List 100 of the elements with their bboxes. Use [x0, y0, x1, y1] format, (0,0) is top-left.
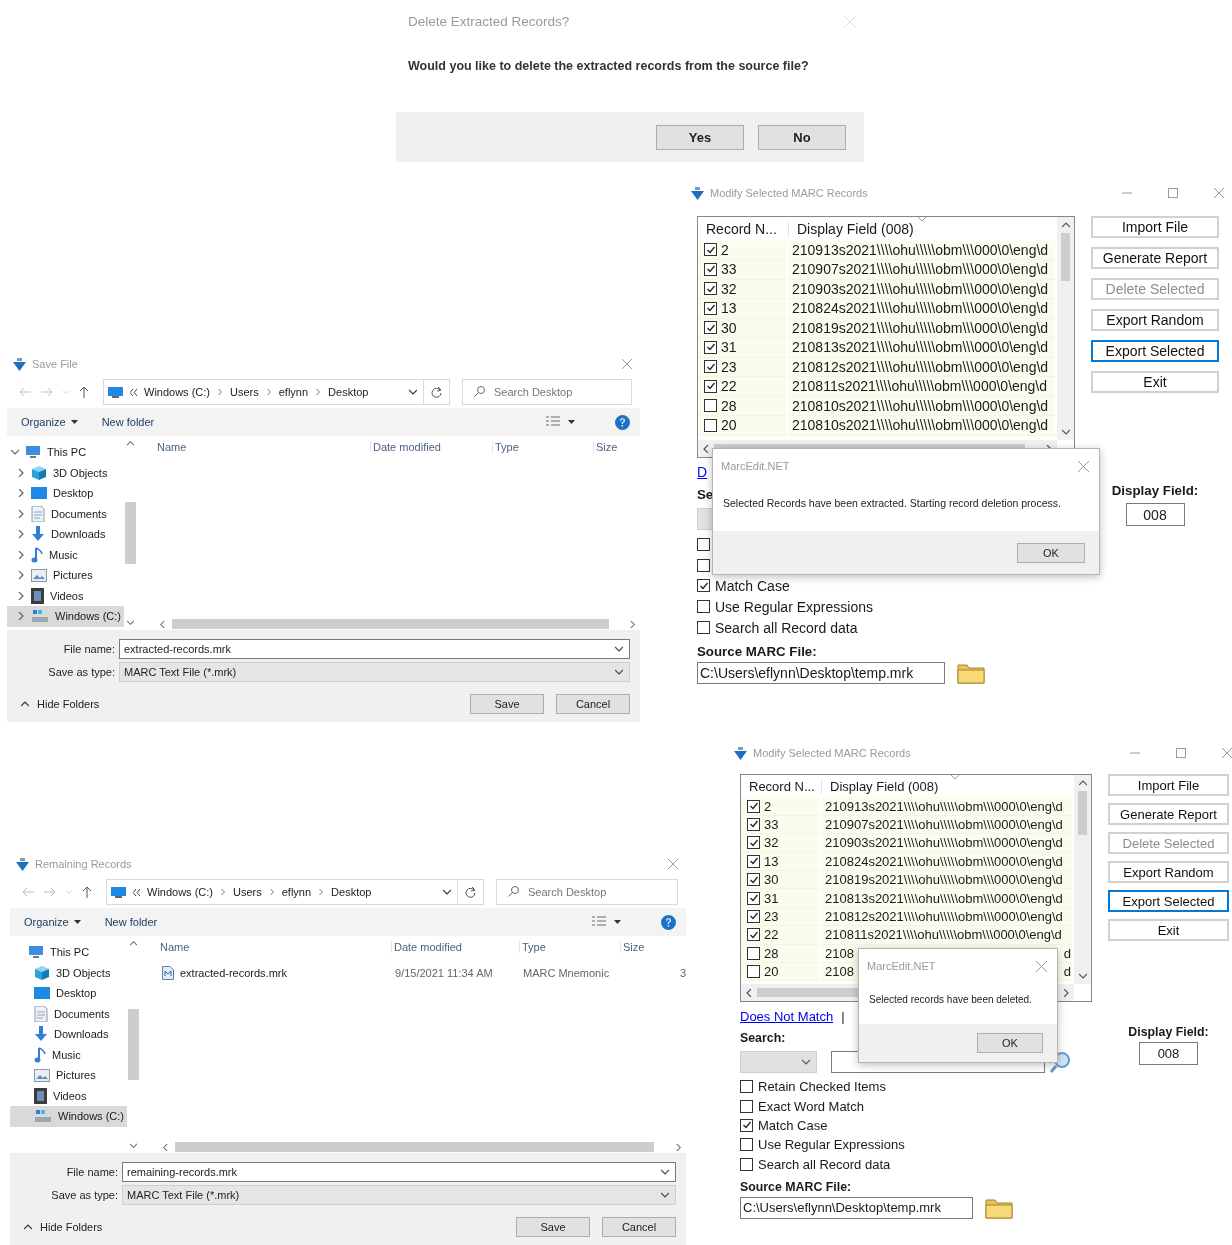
scroll-up-icon[interactable] [1078, 779, 1087, 787]
display-field-input[interactable]: 008 [1139, 1042, 1198, 1065]
nav-item[interactable]: Downloads [10, 1024, 127, 1045]
file-type-dropdown[interactable]: MARC Text File (*.mrk) [119, 661, 630, 682]
breadcrumb[interactable]: Users [233, 886, 262, 898]
scroll-left-icon[interactable] [702, 444, 710, 453]
column-header[interactable]: Record N... [698, 220, 788, 237]
action-button[interactable]: Export Random [1108, 861, 1229, 883]
action-button[interactable]: Exit [1108, 919, 1229, 941]
checkbox[interactable] [697, 537, 710, 551]
nav-item[interactable]: Documents [10, 1003, 127, 1024]
scroll-right-icon[interactable] [629, 620, 636, 628]
help-icon[interactable] [661, 914, 676, 930]
column-header[interactable]: Size [620, 941, 686, 953]
close-icon[interactable] [668, 859, 678, 869]
action-button[interactable]: Exit [1091, 371, 1219, 393]
checkbox[interactable] [697, 558, 710, 572]
dialog-button[interactable]: Cancel [556, 694, 630, 714]
checkbox[interactable] [747, 817, 760, 831]
dialog-button[interactable]: Save [516, 1217, 590, 1237]
checkbox[interactable] [704, 262, 717, 276]
close-icon[interactable] [1214, 188, 1224, 198]
action-button[interactable]: Import File [1108, 774, 1229, 796]
close-icon[interactable] [1036, 960, 1047, 972]
scroll-down-icon[interactable] [130, 1142, 137, 1149]
nav-item[interactable]: 3D Objects [10, 962, 127, 983]
checkbox[interactable] [747, 909, 760, 923]
breadcrumb[interactable]: Desktop [328, 386, 369, 398]
checkbox[interactable] [740, 1099, 753, 1113]
action-button[interactable]: Export Selected [1108, 890, 1229, 912]
column-header[interactable]: Type [492, 441, 593, 453]
action-button[interactable]: Generate Report [1108, 803, 1229, 825]
column-header[interactable]: Record N... [741, 778, 821, 794]
column-header[interactable]: Name [158, 941, 391, 953]
checkbox[interactable] [704, 340, 717, 354]
checkbox[interactable] [747, 799, 760, 813]
chevron-right-icon[interactable] [17, 591, 25, 600]
source-file-field[interactable]: C:\Users\eflynn\Desktop\temp.mrk [740, 1196, 973, 1219]
action-button[interactable]: Export Selected [1091, 340, 1219, 362]
checkbox[interactable] [704, 301, 717, 315]
chevron-right-icon[interactable] [17, 612, 25, 621]
chevron-right-icon[interactable] [17, 509, 25, 518]
column-header[interactable]: Type [519, 941, 620, 953]
nav-item[interactable]: Pictures [10, 1065, 127, 1086]
ok-button[interactable]: OK [977, 1033, 1043, 1053]
scroll-left-icon[interactable] [159, 620, 166, 628]
nav-item[interactable]: Desktop [10, 983, 127, 1004]
checkbox[interactable] [697, 600, 710, 614]
action-button[interactable]: Export Random [1091, 309, 1219, 331]
checkbox[interactable] [704, 243, 717, 257]
breadcrumb[interactable]: eflynn [278, 386, 309, 398]
filter-link[interactable]: D [697, 464, 708, 480]
new-folder-button[interactable]: New folder [104, 916, 158, 928]
close-icon[interactable] [1222, 748, 1232, 758]
dialog-button[interactable]: Yes [656, 124, 744, 150]
file-name-field[interactable]: extracted-records.mrk [119, 638, 630, 659]
nav-item[interactable]: This PC [7, 442, 124, 463]
filter-link[interactable]: Does Not Match [740, 1008, 834, 1024]
nav-item[interactable]: Pictures [7, 565, 124, 586]
checkbox[interactable] [740, 1138, 753, 1152]
organize-menu[interactable]: Organize [21, 416, 78, 428]
scroll-up-icon[interactable] [1061, 221, 1070, 229]
scrollbar-thumb[interactable] [1078, 791, 1087, 836]
checkbox[interactable] [697, 621, 710, 635]
nav-item[interactable]: Music [10, 1044, 127, 1065]
source-file-field[interactable]: C:\Users\eflynn\Desktop\temp.mrk [697, 662, 945, 684]
ok-button[interactable]: OK [1017, 542, 1085, 563]
chevron-right-icon[interactable] [17, 489, 25, 498]
file-row[interactable]: extracted-records.mrk 9/15/2021 11:34 AM MARC Mnemonic 3 [158, 962, 686, 984]
breadcrumb[interactable]: eflynn [281, 886, 312, 898]
refresh-button[interactable] [424, 379, 450, 405]
checkbox[interactable] [747, 928, 760, 942]
scroll-up-icon[interactable] [127, 440, 134, 447]
scroll-right-icon[interactable] [675, 1143, 682, 1151]
checkbox[interactable] [704, 418, 717, 432]
chevron-down-icon[interactable] [409, 388, 417, 396]
display-field-input[interactable]: 008 [1125, 503, 1185, 526]
scroll-left-icon[interactable] [162, 1143, 169, 1151]
checkbox[interactable] [704, 321, 717, 335]
chevron-right-icon[interactable] [17, 468, 25, 477]
hide-folders-button[interactable]: Hide Folders [15, 698, 100, 710]
nav-item[interactable]: Desktop [7, 483, 124, 504]
scroll-up-icon[interactable] [130, 940, 137, 947]
checkbox[interactable] [740, 1080, 753, 1094]
maximize-icon[interactable] [1176, 748, 1186, 758]
scroll-left-icon[interactable] [745, 988, 753, 997]
scrollbar-thumb[interactable] [175, 1142, 655, 1152]
nav-item[interactable]: Videos [7, 585, 124, 606]
help-icon[interactable] [615, 414, 630, 430]
checkbox[interactable] [697, 579, 710, 593]
scroll-down-icon[interactable] [127, 619, 134, 626]
checkbox[interactable] [704, 282, 717, 296]
up-arrow-icon[interactable] [79, 386, 89, 398]
checkbox[interactable] [747, 854, 760, 868]
maximize-icon[interactable] [1168, 188, 1178, 198]
dialog-button[interactable]: Cancel [602, 1217, 676, 1237]
checkbox[interactable] [747, 946, 760, 960]
checkbox[interactable] [747, 873, 760, 887]
column-header[interactable]: Name [155, 441, 370, 453]
scrollbar-thumb[interactable] [125, 501, 136, 565]
